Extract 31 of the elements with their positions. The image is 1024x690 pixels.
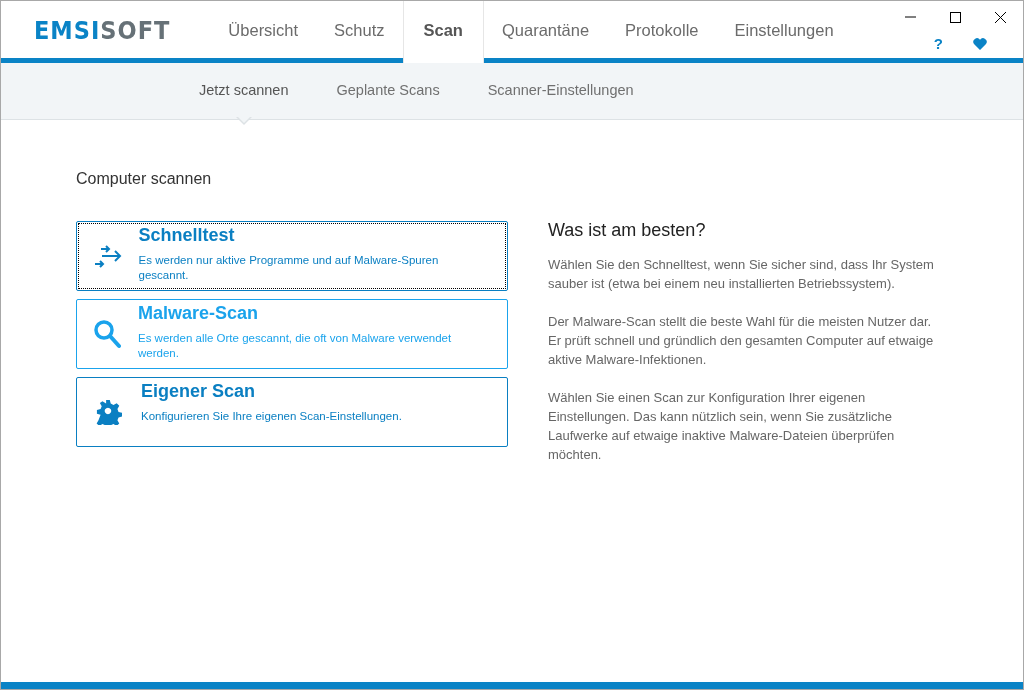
help-title: Was ist am besten?	[548, 220, 707, 241]
search-icon	[93, 319, 122, 349]
arrows-icon	[92, 243, 123, 269]
nav-tab[interactable]: Übersicht	[210, 1, 317, 63]
help-paragraph: Der Malware-Scan stellt die beste Wahl für die meisten Nutzer dar. Er prüft schnell und gründlich den gesamten Computer auf etwaige aktive Malware-Infektionen.	[548, 313, 935, 369]
nav-tab[interactable]: Scan	[402, 1, 484, 63]
scan-option-card[interactable]: Malware-Scan Es werden alle Orte gescannt, die oft von Malware verwendet werden.	[76, 299, 508, 369]
help-paragraph: Wählen Sie einen Scan zur Konfiguration Ihrer eigenen Einstellungen. Das kann nützlich sein, wenn Sie zusätzliche Laufwerke auf etwaige inaktive Malware-Dateien überprüfen möchten.	[548, 389, 896, 464]
nav-tab[interactable]: Quarantäne	[483, 1, 608, 63]
help-button[interactable]: ?	[933, 35, 943, 52]
scan-option-description: Es werden alle Orte gescannt, die oft von Malware verwendet werden.	[137, 331, 453, 361]
sub-tab[interactable]: Jetzt scannen	[179, 82, 309, 98]
scan-option-title: Schnelltest	[138, 225, 236, 246]
nav-tab[interactable]: Schutz	[316, 1, 403, 63]
scan-option-title: Malware-Scan	[137, 303, 260, 324]
help-paragraph: Wählen Sie den Schnelltest, wenn Sie sicher sind, dass Ihr System sauber ist (etwa bei einem neu installierten Betriebssystem).	[548, 256, 935, 293]
scan-option-description: Konfigurieren Sie Ihre eigenen Scan-Einstellungen.	[141, 409, 403, 424]
scan-option-description: Es werden nur aktive Programme und auf Malware-Spuren gescannt.	[138, 253, 440, 283]
sub-tab[interactable]: Geplante Scans	[316, 82, 460, 98]
maximize-icon[interactable]	[950, 11, 961, 23]
section-title: Computer scannen	[76, 170, 213, 188]
scan-option-card[interactable]: Eigener Scan Konfigurieren Sie Ihre eigenen Scan-Einstellungen.	[76, 377, 508, 447]
scan-option-card[interactable]: Schnelltest Es werden nur aktive Programme und auf Malware-Spuren gescannt.	[76, 221, 508, 291]
gear-icon	[96, 399, 122, 425]
nav-tab[interactable]: Einstellungen	[716, 1, 852, 63]
close-icon[interactable]	[995, 11, 1006, 23]
sub-tab[interactable]: Scanner-Einstellungen	[467, 82, 654, 98]
emsisoft-logo: EMSISOFT	[34, 16, 171, 45]
scan-option-title: Eigener Scan	[141, 381, 257, 402]
heart-icon[interactable]	[973, 37, 987, 50]
nav-tab[interactable]: Protokolle	[607, 1, 717, 63]
